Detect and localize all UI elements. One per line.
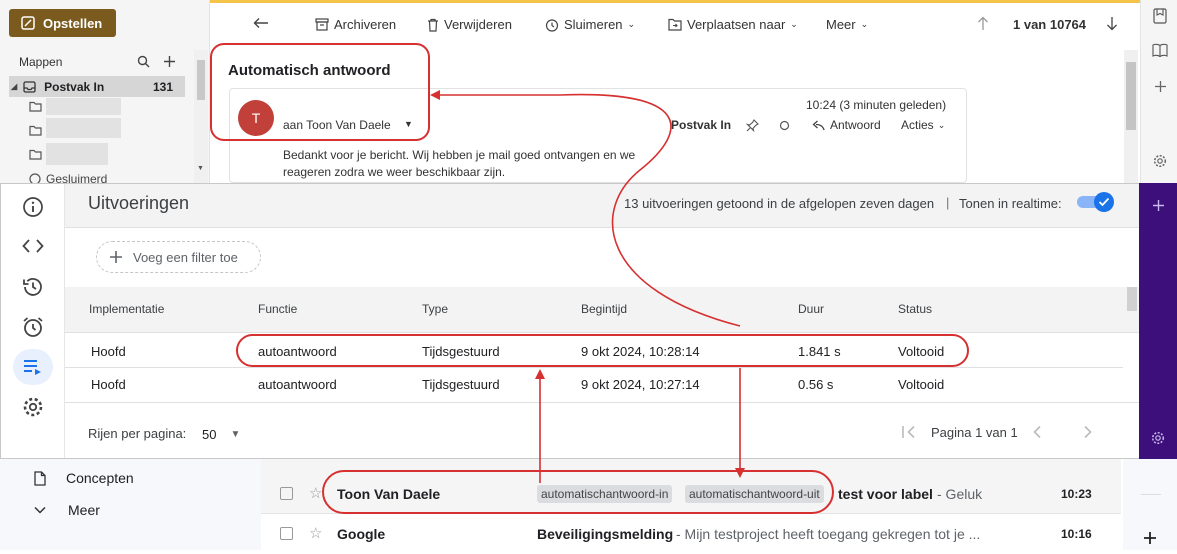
arrow-to-subject bbox=[430, 90, 741, 327]
annotation-arrows bbox=[430, 90, 745, 483]
